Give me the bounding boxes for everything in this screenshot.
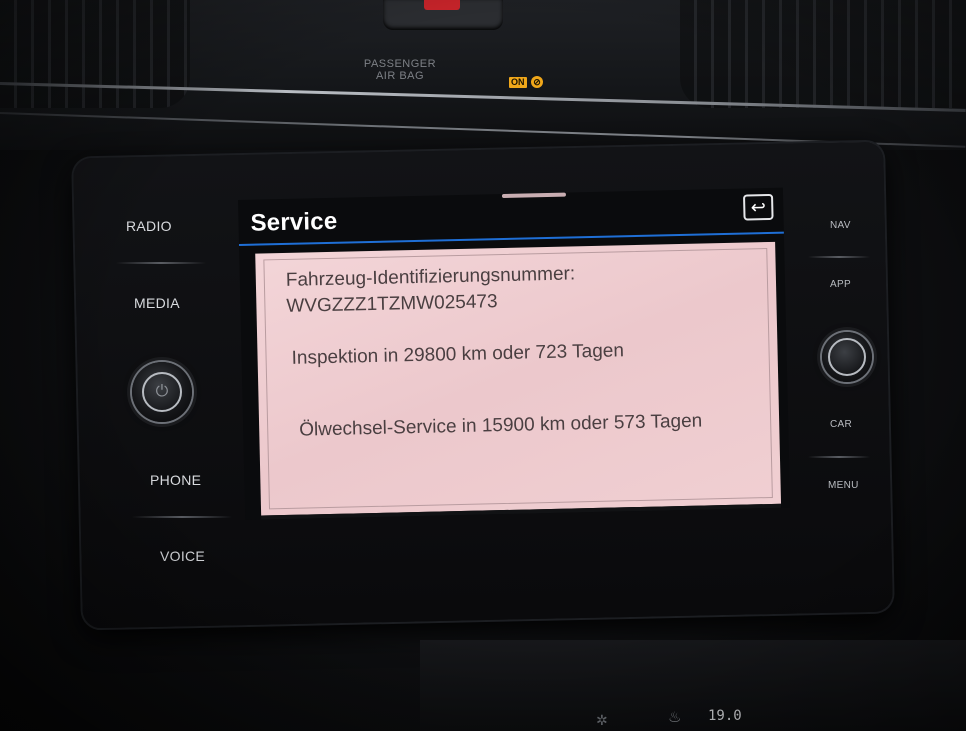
- airbag-label-line1: PASSENGER: [363, 58, 437, 70]
- car-button[interactable]: CAR: [830, 419, 852, 430]
- passenger-airbag-label: PASSENGER AIR BAG: [350, 58, 450, 82]
- vin-value: WVGZZZ1TZMW025473: [286, 291, 498, 317]
- button-divider: [808, 456, 870, 458]
- airbag-on-indicator: ON: [509, 77, 527, 88]
- car-dashboard-photo: PASSENGER AIR BAG ON ⊘ RADIO MEDIA ⏻ PHO…: [0, 0, 966, 731]
- phone-button[interactable]: PHONE: [150, 472, 201, 488]
- knob-ring: [828, 338, 866, 376]
- media-button[interactable]: MEDIA: [134, 295, 180, 311]
- pull-down-handle[interactable]: [501, 192, 567, 199]
- tuning-knob[interactable]: [822, 332, 872, 382]
- radio-button[interactable]: RADIO: [126, 218, 172, 234]
- right-air-vent: [680, 0, 966, 108]
- fan-icon[interactable]: ✲: [596, 712, 608, 729]
- voice-button[interactable]: VOICE: [160, 548, 205, 564]
- menu-button[interactable]: MENU: [828, 480, 859, 491]
- button-divider: [116, 262, 206, 264]
- nav-button[interactable]: NAV: [830, 220, 851, 231]
- back-arrow-icon: ↩: [750, 197, 767, 218]
- airbag-off-icon: ⊘: [531, 76, 543, 88]
- page-title: Service: [250, 207, 338, 237]
- back-button[interactable]: ↩: [743, 193, 774, 221]
- app-button[interactable]: APP: [830, 279, 851, 290]
- volume-power-knob[interactable]: ⏻: [132, 362, 192, 422]
- touchscreen: Service ↩ Fahrzeug-Identifizierungsnumme…: [238, 187, 791, 520]
- hazard-button[interactable]: [424, 0, 460, 10]
- seat-heating-icon[interactable]: ♨: [668, 708, 681, 726]
- service-info-panel: Fahrzeug-Identifizierungsnummer: WVGZZZ1…: [255, 241, 782, 516]
- airbag-label-line2: AIR BAG: [375, 70, 425, 82]
- power-icon: ⏻: [155, 383, 169, 400]
- button-divider: [808, 256, 870, 258]
- left-air-vent: [0, 0, 190, 108]
- button-divider: [132, 516, 232, 518]
- climate-control-strip: [420, 640, 966, 731]
- temperature-display: 19.0: [708, 708, 742, 724]
